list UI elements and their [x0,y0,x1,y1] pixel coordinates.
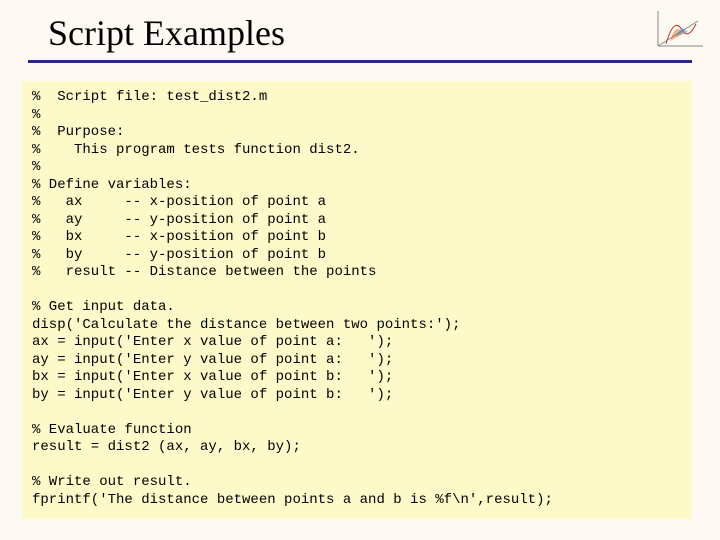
matlab-logo-icon [648,6,708,56]
code-block: % Script file: test_dist2.m % % Purpose:… [22,81,692,519]
page-title: Script Examples [0,0,720,60]
title-divider [28,60,692,63]
